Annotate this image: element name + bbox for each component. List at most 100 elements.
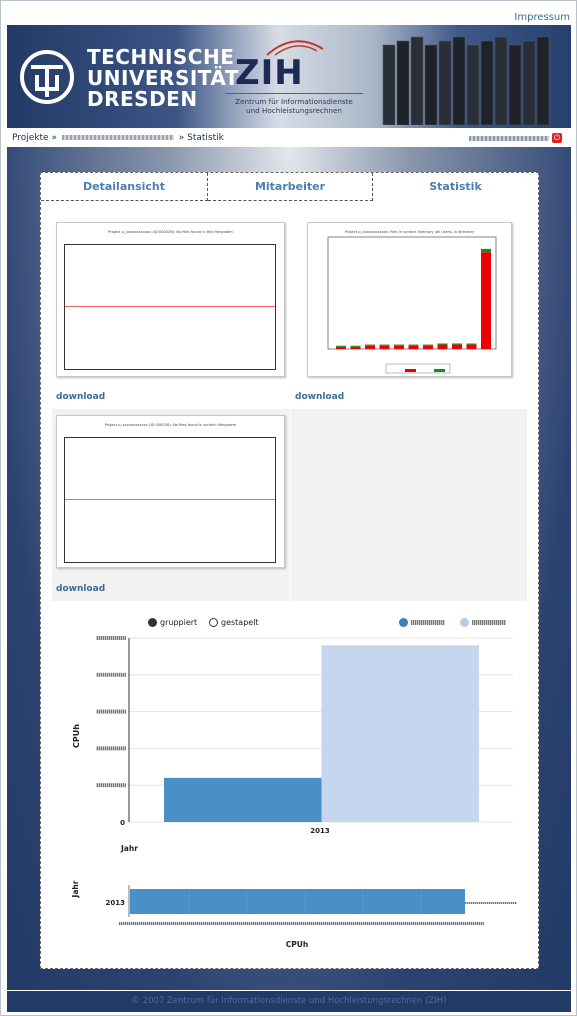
plot-2-bar-red xyxy=(350,346,361,349)
page: Impressum TECHNISCHE UNIVERSITÄT DRESDEN… xyxy=(0,0,577,1016)
download-link-1[interactable]: download xyxy=(56,392,105,402)
y-tick-label-redacted xyxy=(96,783,126,788)
plot-2-bar-green xyxy=(481,248,491,253)
radio-grouped-label: gruppiert xyxy=(160,618,198,627)
legend-series-2-label-redacted xyxy=(472,620,506,625)
tud-line-1: TECHNISCHE xyxy=(87,45,235,69)
server-racks-image xyxy=(382,36,550,125)
plot-2-bar-green xyxy=(365,344,375,346)
server-rack xyxy=(410,36,424,125)
mini-x-axis-label: CPUh xyxy=(286,940,308,949)
plot-2-bar-green xyxy=(408,344,419,346)
tab-bar: Detailansicht Mitarbeiter Statistik xyxy=(41,173,538,201)
plot-3-title: Project p_xxxxxxxxxxxx (ID:000026): No f… xyxy=(104,423,237,427)
plot-1-line xyxy=(65,306,275,307)
logout-icon[interactable]: ⏻ xyxy=(552,133,562,143)
breadcrumb-separator: » xyxy=(178,133,185,143)
university-name: TECHNISCHE UNIVERSITÄT DRESDEN xyxy=(87,47,239,110)
plot-2-bar-green xyxy=(423,344,433,346)
plot-2-bar-red xyxy=(365,345,375,349)
server-rack xyxy=(466,44,480,125)
y-tick-label-redacted xyxy=(96,636,126,640)
user-name-redacted xyxy=(469,136,549,141)
y-tick-0: 0 xyxy=(120,819,125,827)
legend-series-1-label-redacted xyxy=(411,620,445,625)
legend-series-1-dot xyxy=(399,618,408,627)
server-rack xyxy=(396,40,410,125)
zih-subtitle-line-2: und Hochleistungsrechnen xyxy=(246,106,342,115)
plot-2-bar-green xyxy=(379,344,390,346)
tud-logo-icon xyxy=(20,50,74,104)
bar-2013-series-1[interactable] xyxy=(164,777,322,822)
breadcrumb-project-redacted[interactable] xyxy=(61,135,174,140)
plot-2-bar-red xyxy=(394,345,404,349)
impressum-link[interactable]: Impressum xyxy=(514,12,570,23)
plot-row-2-right-cell xyxy=(291,409,527,601)
server-rack xyxy=(452,36,466,125)
content-frame: Detailansicht Mitarbeiter Statistik Proj… xyxy=(7,147,571,990)
x-axis-label: Jahr xyxy=(120,844,138,853)
plot-2-bar-red xyxy=(379,345,390,349)
plot-2-bar-green xyxy=(350,345,361,347)
y-tick-label-redacted xyxy=(96,709,126,714)
plot-image-2: Project p_xxxxxxxxxxxx: files in scratch… xyxy=(307,222,512,377)
mini-y-tick-2013: 2013 xyxy=(106,899,126,907)
plot-2-bar-green xyxy=(336,345,346,347)
plot-3-area xyxy=(64,437,276,563)
radio-grouped[interactable]: gruppiert xyxy=(148,618,197,627)
server-rack xyxy=(382,44,396,125)
radio-stacked-dot xyxy=(209,618,218,627)
mini-tick-redacted xyxy=(465,902,517,904)
y-tick-label-redacted xyxy=(96,672,126,677)
top-bar: Impressum xyxy=(1,1,576,23)
y-tick-label-redacted xyxy=(96,746,126,751)
server-rack xyxy=(522,40,536,125)
zih-subtitle-line-1: Zentrum für Informationsdienste xyxy=(235,97,353,106)
plot-2-bar-red xyxy=(437,344,448,349)
breadcrumb-projects-link[interactable]: Projekte xyxy=(12,133,49,143)
plot-2-bar-green xyxy=(437,343,448,345)
plot-2-bar-red xyxy=(423,345,433,349)
radio-stacked-label: gestapelt xyxy=(221,618,259,627)
legend-series-2-dot xyxy=(460,618,469,627)
radio-grouped-dot xyxy=(148,618,157,627)
plot-2-bar-red xyxy=(452,344,462,349)
plot-image-1: Project p_xxxxxxxxxxxx (ID:000026): No f… xyxy=(56,222,285,377)
plot-2-bar-green xyxy=(466,343,477,345)
plot-2-bar-red xyxy=(466,344,477,349)
download-link-3[interactable]: download xyxy=(56,584,105,594)
footer: © 2007 Zentrum für Informationsdienste u… xyxy=(7,991,571,1012)
server-rack xyxy=(438,40,452,125)
server-rack xyxy=(508,44,522,125)
plot-2-bar-red xyxy=(408,345,419,349)
zih-divider xyxy=(225,93,363,94)
tab-statistik[interactable]: Statistik xyxy=(373,173,538,200)
tab-detailansicht[interactable]: Detailansicht xyxy=(41,173,208,201)
legend-series-1[interactable] xyxy=(399,618,445,627)
main-content: Detailansicht Mitarbeiter Statistik Proj… xyxy=(40,172,539,969)
server-rack xyxy=(536,36,550,125)
breadcrumb-separator: » xyxy=(51,133,57,143)
download-link-2[interactable]: download xyxy=(295,392,344,402)
breadcrumb-current: Statistik xyxy=(187,133,224,143)
server-rack xyxy=(424,44,438,125)
cpuh-bar-chart: 0 2013 CPUh Jahr xyxy=(72,636,513,853)
header-banner: TECHNISCHE UNIVERSITÄT DRESDEN ZIH Zentr… xyxy=(7,25,571,128)
plot-1-area xyxy=(64,244,276,370)
plot-2-bar-chart xyxy=(327,236,497,374)
radio-stacked[interactable]: gestapelt xyxy=(209,618,259,627)
legend-series-2[interactable] xyxy=(460,618,506,627)
mini-y-axis-label: Jahr xyxy=(71,880,80,898)
x-tick-2013: 2013 xyxy=(310,827,330,835)
tud-line-2: UNIVERSITÄT xyxy=(87,66,239,90)
plot-image-3: Project p_xxxxxxxxxxxx (ID:000026): No f… xyxy=(56,415,285,568)
plot-2-bar-green xyxy=(452,343,462,345)
bar-2013-series-2[interactable] xyxy=(321,645,480,822)
y-axis-label: CPUh xyxy=(72,724,81,748)
cpuh-mini-chart: Jahr 2013 CPUh xyxy=(71,880,517,949)
zih-logo: ZIH Zentrum für Informationsdienste und … xyxy=(219,35,369,120)
tab-mitarbeiter[interactable]: Mitarbeiter xyxy=(208,173,373,201)
zih-subtitle: Zentrum für Informationsdienste und Hoch… xyxy=(219,97,369,115)
breadcrumb: Projekte » » Statistik xyxy=(12,133,224,143)
server-rack xyxy=(494,36,508,125)
